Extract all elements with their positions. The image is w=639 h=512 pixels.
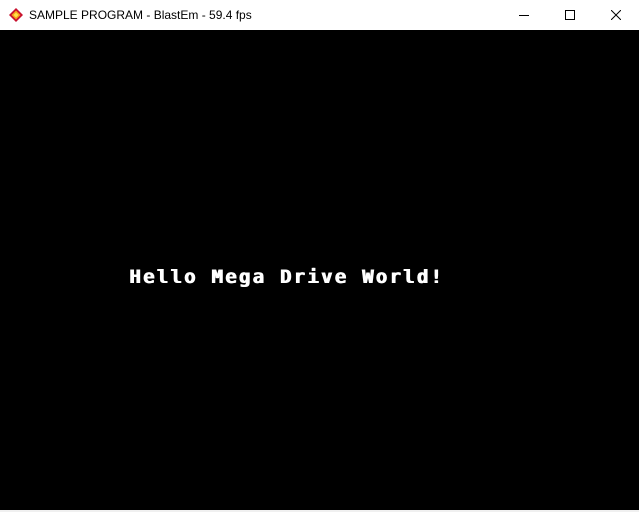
- title-bar[interactable]: SAMPLE PROGRAM - BlastEm - 59.4 fps: [0, 0, 639, 30]
- maximize-button[interactable]: [547, 0, 593, 30]
- minimize-icon: [519, 10, 529, 20]
- close-button[interactable]: [593, 0, 639, 30]
- blastem-app-icon[interactable]: [8, 7, 24, 23]
- close-icon: [611, 10, 621, 20]
- emulator-window: SAMPLE PROGRAM - BlastEm - 59.4 fps Hell…: [0, 0, 639, 512]
- window-title: SAMPLE PROGRAM - BlastEm - 59.4 fps: [29, 8, 252, 22]
- minimize-button[interactable]: [501, 0, 547, 30]
- game-screen[interactable]: Hello Mega Drive World!: [0, 30, 639, 510]
- maximize-icon: [565, 10, 575, 20]
- hello-world-text: Hello Mega Drive World!: [129, 266, 444, 288]
